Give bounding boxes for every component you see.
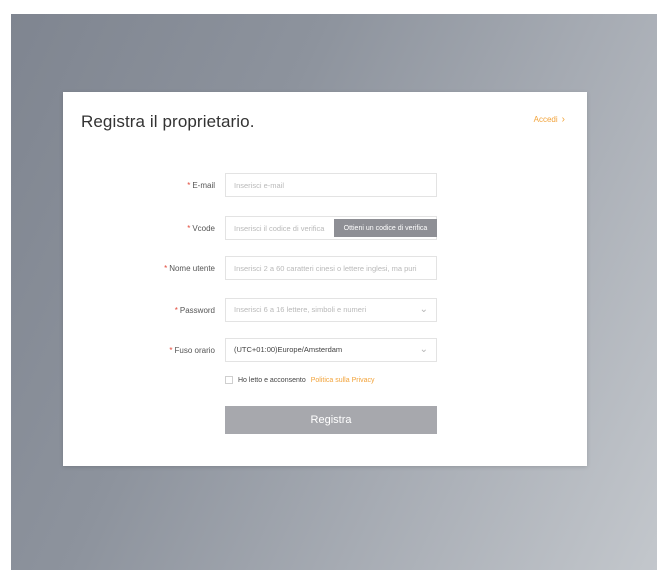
agreement-text: Ho letto e acconsento bbox=[238, 376, 306, 384]
timezone-label: * Fuso orario bbox=[169, 346, 215, 355]
vcode-label: * Vcode bbox=[187, 224, 215, 233]
timezone-select[interactable]: (UTC+01:00)Europe/Amsterdam ⌄ bbox=[225, 338, 437, 362]
password-row: * Password Inserisci 6 a 16 lettere, simb… bbox=[63, 298, 587, 324]
get-code-button[interactable]: Ottieni un codice di verifica bbox=[334, 219, 437, 237]
login-link[interactable]: Accedi › bbox=[534, 114, 565, 125]
chevron-down-icon: ⌄ bbox=[419, 344, 428, 355]
email-row: * E-mail bbox=[63, 173, 587, 199]
registration-card: Registra il proprietario. Accedi › * E-ma… bbox=[63, 92, 587, 466]
chevron-right-icon: › bbox=[561, 114, 565, 125]
login-link-label: Accedi bbox=[533, 115, 558, 124]
privacy-policy-link[interactable]: Politica sulla Privacy bbox=[311, 377, 375, 384]
username-row: * Nome utente bbox=[63, 256, 587, 282]
password-placeholder: Inserisci 6 a 16 lettere, simboli e nume… bbox=[234, 305, 367, 314]
username-label: * Nome utente bbox=[164, 264, 215, 273]
email-label: * E-mail bbox=[187, 181, 215, 190]
agreement-checkbox[interactable] bbox=[225, 376, 233, 384]
register-button[interactable]: Registra bbox=[225, 406, 437, 434]
page-title: Registra il proprietario. bbox=[81, 112, 255, 131]
password-label: * Password bbox=[174, 306, 215, 315]
email-field[interactable] bbox=[225, 173, 437, 197]
timezone-row: * Fuso orario (UTC+01:00)Europe/Amsterdam… bbox=[63, 338, 587, 364]
timezone-value: (UTC+01:00)Europe/Amsterdam bbox=[234, 345, 343, 354]
password-field[interactable]: Inserisci 6 a 16 lettere, simboli e nume… bbox=[225, 298, 437, 322]
chevron-down-icon: ⌄ bbox=[419, 304, 428, 315]
username-field[interactable] bbox=[225, 256, 437, 280]
privacy-agreement: Ho letto e acconsento Politica sulla Pri… bbox=[225, 374, 375, 386]
vcode-row: *Vcode Ottieni un codice di verifica bbox=[63, 216, 587, 242]
